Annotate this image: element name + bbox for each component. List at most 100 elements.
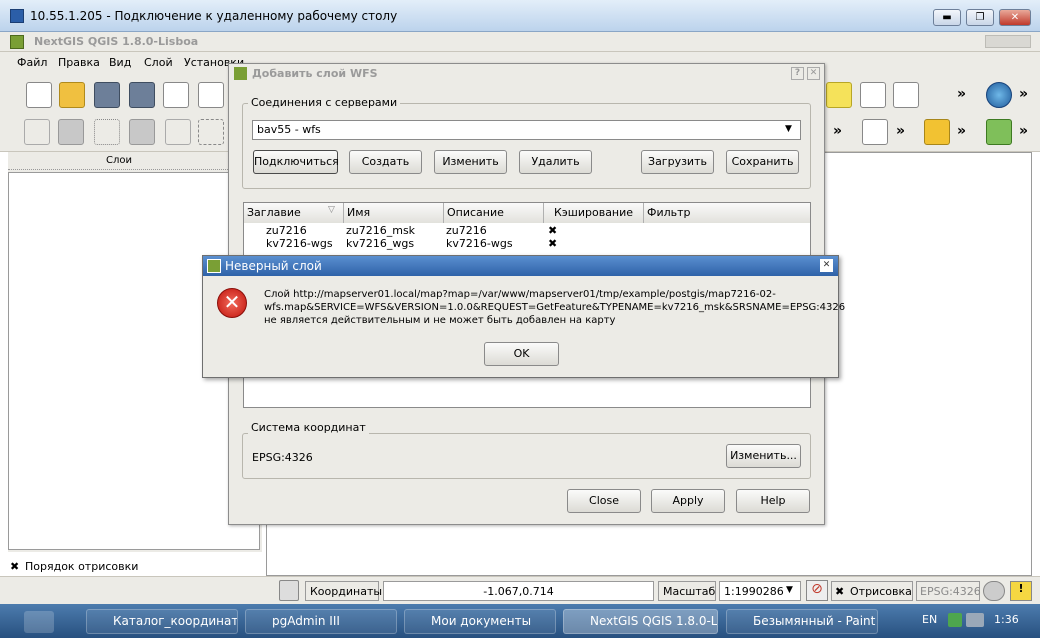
- ok-button[interactable]: OK: [484, 342, 559, 366]
- network-icon[interactable]: [948, 613, 962, 627]
- col-header-name[interactable]: Имя: [344, 203, 444, 223]
- chevron-down-icon: ▼: [785, 124, 792, 134]
- wfs-dialog-app-icon: [234, 67, 247, 80]
- taskbar-paint-label: Безымянный - Paint: [753, 614, 876, 628]
- coordinate-toggle-icon[interactable]: [279, 580, 299, 601]
- save-edits-icon[interactable]: [58, 119, 84, 145]
- taskbar: Каталог_координат... pgAdmin III Мои док…: [0, 604, 1040, 638]
- create-button[interactable]: Создать: [349, 150, 422, 174]
- taskbar-item-qgis[interactable]: NextGIS QGIS 1.8.0-Li...: [563, 609, 718, 634]
- toolbar-overflow-icon-3[interactable]: »: [833, 123, 842, 139]
- servers-legend: Соединения с серверами: [248, 96, 401, 109]
- taskbar-catalog-label: Каталог_координат...: [113, 614, 238, 628]
- plugin-icon[interactable]: [924, 119, 950, 145]
- rdp-maximize-button[interactable]: ❐: [966, 9, 994, 26]
- taskbar-item-pgadmin[interactable]: pgAdmin III: [245, 609, 397, 634]
- vm-icon[interactable]: [966, 613, 984, 627]
- col-header-title[interactable]: Заглавие ▽: [244, 203, 344, 223]
- start-button[interactable]: [24, 611, 54, 633]
- open-project-icon[interactable]: [59, 82, 85, 108]
- qgis-window-controls[interactable]: [985, 35, 1031, 48]
- scale-combo[interactable]: 1:1990286 ▼: [719, 581, 801, 601]
- delete-selected-icon[interactable]: [198, 119, 224, 145]
- toggle-editing-icon[interactable]: [24, 119, 50, 145]
- render-checkbox[interactable]: ✖ Отрисовка: [831, 581, 913, 601]
- help-button[interactable]: Help: [736, 489, 810, 513]
- globe-icon[interactable]: [986, 82, 1012, 108]
- show-bookmarks-icon[interactable]: [893, 82, 919, 108]
- field-calculator-icon[interactable]: [862, 119, 888, 145]
- row-cache-checkbox[interactable]: ✖: [548, 224, 557, 237]
- render-order-checkbox[interactable]: ✖ Порядок отрисовки: [8, 560, 258, 574]
- qgis-titlebar: NextGIS QGIS 1.8.0-Lisboa: [0, 32, 1040, 52]
- new-project-icon[interactable]: [26, 82, 52, 108]
- toolbar-overflow-icon[interactable]: »: [957, 86, 966, 102]
- close-icon[interactable]: ✕: [820, 259, 833, 272]
- help-icon[interactable]: ?: [791, 67, 804, 80]
- row-description: kv7216-wgs: [446, 237, 513, 250]
- save-as-icon[interactable]: [129, 82, 155, 108]
- delete-button[interactable]: Удалить: [519, 150, 592, 174]
- connection-value: bav55 - wfs: [257, 123, 321, 136]
- taskbar-pgadmin-label: pgAdmin III: [272, 614, 340, 628]
- rdp-close-button[interactable]: ✕: [999, 9, 1031, 26]
- taskbar-item-catalog[interactable]: Каталог_координат...: [86, 609, 238, 634]
- map-tips-icon[interactable]: [826, 82, 852, 108]
- scale-label: Масштаб: [658, 581, 716, 601]
- table-row[interactable]: kv7216-wgs kv7216_wgs kv7216-wgs ✖: [244, 237, 810, 250]
- menu-layer[interactable]: Слой: [144, 56, 173, 69]
- stop-render-icon[interactable]: ⊘: [806, 580, 828, 601]
- menu-view[interactable]: Вид: [109, 56, 131, 69]
- col-header-filter[interactable]: Фильтр: [644, 203, 810, 223]
- composer-manager-icon[interactable]: [198, 82, 224, 108]
- toolbar-overflow-icon-2[interactable]: »: [1019, 86, 1028, 102]
- close-button[interactable]: Close: [567, 489, 641, 513]
- new-bookmark-icon[interactable]: [860, 82, 886, 108]
- row-title: kv7216-wgs: [266, 237, 333, 250]
- node-tool-icon[interactable]: [165, 119, 191, 145]
- new-print-composer-icon[interactable]: [163, 82, 189, 108]
- row-cache-checkbox[interactable]: ✖: [548, 237, 557, 250]
- rdp-minimize-button[interactable]: ▬: [933, 9, 961, 26]
- menu-file[interactable]: Файл: [17, 56, 47, 69]
- warning-icon[interactable]: !: [1010, 581, 1032, 601]
- save-button[interactable]: Сохранить: [726, 150, 799, 174]
- layers-panel-title: Слои: [106, 155, 132, 166]
- coords-field[interactable]: -1.067,0.714: [383, 581, 654, 601]
- error-message-line2: wfs.map&SERVICE=WFS&VERSION=1.0.0&REQUES…: [264, 302, 846, 313]
- move-feature-icon[interactable]: [129, 119, 155, 145]
- rdp-title: 10.55.1.205 - Подключение к удаленному р…: [30, 9, 398, 23]
- taskbar-item-paint[interactable]: Безымянный - Paint: [726, 609, 878, 634]
- row-name: zu7216_msk: [346, 224, 416, 237]
- error-icon: ✕: [217, 288, 247, 318]
- taskbar-item-documents[interactable]: Мои документы: [404, 609, 556, 634]
- toolbar-overflow-icon-4[interactable]: »: [896, 123, 905, 139]
- render-label: Отрисовка: [850, 585, 912, 598]
- language-indicator[interactable]: EN: [922, 613, 937, 626]
- apply-button[interactable]: Apply: [651, 489, 725, 513]
- toolbar-overflow-icon-5[interactable]: »: [957, 123, 966, 139]
- connect-button[interactable]: Подключиться: [253, 150, 339, 174]
- add-wfs-layer-icon[interactable]: [986, 119, 1012, 145]
- add-feature-icon[interactable]: [94, 119, 120, 145]
- col-header-cache[interactable]: Кэширование: [544, 203, 644, 223]
- toolbar-overflow-icon-6[interactable]: »: [1019, 123, 1028, 139]
- save-project-icon[interactable]: [94, 82, 120, 108]
- servers-group: [242, 103, 811, 189]
- edit-button[interactable]: Изменить: [434, 150, 507, 174]
- col-header-description[interactable]: Описание: [444, 203, 544, 223]
- close-icon[interactable]: ✕: [807, 67, 820, 80]
- crs-globe-icon[interactable]: [983, 581, 1005, 601]
- crs-status-button[interactable]: EPSG:4326: [916, 581, 981, 601]
- qgis-logo-icon: [10, 35, 24, 49]
- col-title-label: Заглавие: [247, 206, 301, 219]
- connection-select[interactable]: bav55 - wfs ▼: [252, 120, 801, 140]
- render-order-label: Порядок отрисовки: [25, 560, 139, 573]
- load-button[interactable]: Загрузить: [641, 150, 714, 174]
- wfs-dialog-title: Добавить слой WFS: [252, 67, 378, 80]
- layers-panel-header: Слои: [8, 152, 262, 170]
- table-row[interactable]: zu7216 zu7216_msk zu7216 ✖: [244, 224, 810, 237]
- chevron-down-icon: ▼: [786, 585, 793, 595]
- crs-change-button[interactable]: Изменить...: [726, 444, 801, 468]
- menu-edit[interactable]: Правка: [58, 56, 100, 69]
